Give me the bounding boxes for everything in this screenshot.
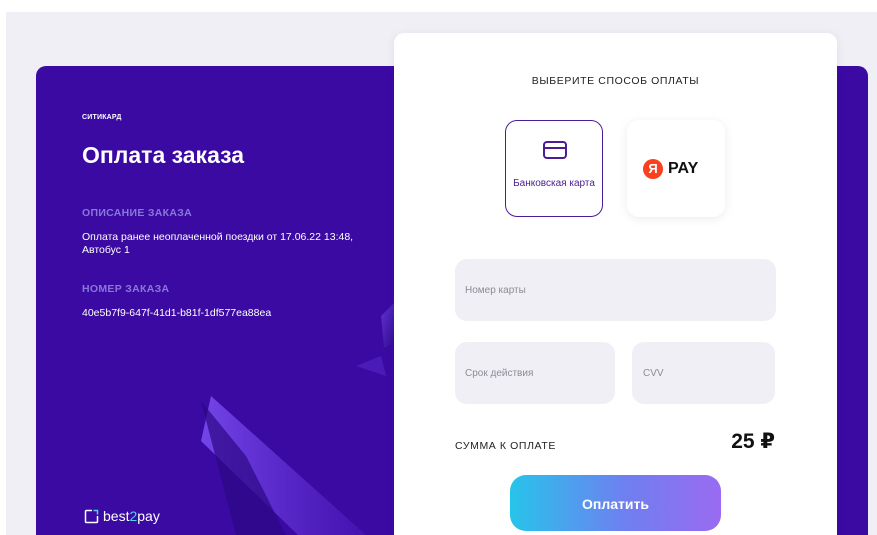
card-number-placeholder: Номер карты bbox=[465, 284, 526, 296]
brand-suffix: pay bbox=[137, 508, 160, 524]
order-description: Оплата ранее неоплаченной поездки от 17.… bbox=[82, 231, 354, 256]
brand-prefix: best bbox=[103, 508, 130, 524]
sum-value: 25 ₽ bbox=[731, 430, 775, 453]
pay-button[interactable]: Оплатить bbox=[510, 475, 721, 531]
brand-name: best2pay bbox=[103, 508, 160, 524]
expiry-placeholder: Срок действия bbox=[465, 367, 534, 379]
payment-method-title: ВЫБЕРИТЕ СПОСОБ ОПЛАТЫ bbox=[531, 75, 700, 87]
cvv-placeholder: CVV bbox=[643, 367, 664, 379]
method-bank-card[interactable]: Банковская карта bbox=[505, 120, 603, 217]
brand-logo: best2pay bbox=[84, 508, 160, 524]
expiry-field[interactable]: Срок действия bbox=[455, 342, 615, 404]
method-bank-card-label: Банковская карта bbox=[513, 178, 595, 189]
order-number: 40e5b7f9-647f-41d1-b81f-1df577ea88ea bbox=[82, 307, 272, 319]
merchant-name: СИТИКАРД bbox=[82, 114, 122, 121]
credit-card-icon bbox=[543, 141, 567, 159]
yandex-pay-label: PAY bbox=[668, 160, 699, 177]
card-number-field[interactable]: Номер карты bbox=[455, 259, 776, 321]
page-title: Оплата заказа bbox=[82, 142, 245, 168]
description-label: ОПИСАНИЕ ЗАКАЗА bbox=[82, 207, 193, 219]
order-number-label: НОМЕР ЗАКАЗА bbox=[82, 283, 170, 295]
payment-card: ВЫБЕРИТЕ СПОСОБ ОПЛАТЫ Банковская карта … bbox=[394, 33, 837, 535]
method-yandex-pay[interactable]: Я PAY bbox=[627, 120, 725, 217]
yandex-pay-logo: Я PAY bbox=[643, 159, 698, 179]
yandex-icon: Я bbox=[643, 159, 663, 179]
sum-label: СУММА К ОПЛАТЕ bbox=[455, 440, 556, 452]
cvv-field[interactable]: CVV bbox=[632, 342, 775, 404]
brand-icon bbox=[84, 509, 99, 523]
